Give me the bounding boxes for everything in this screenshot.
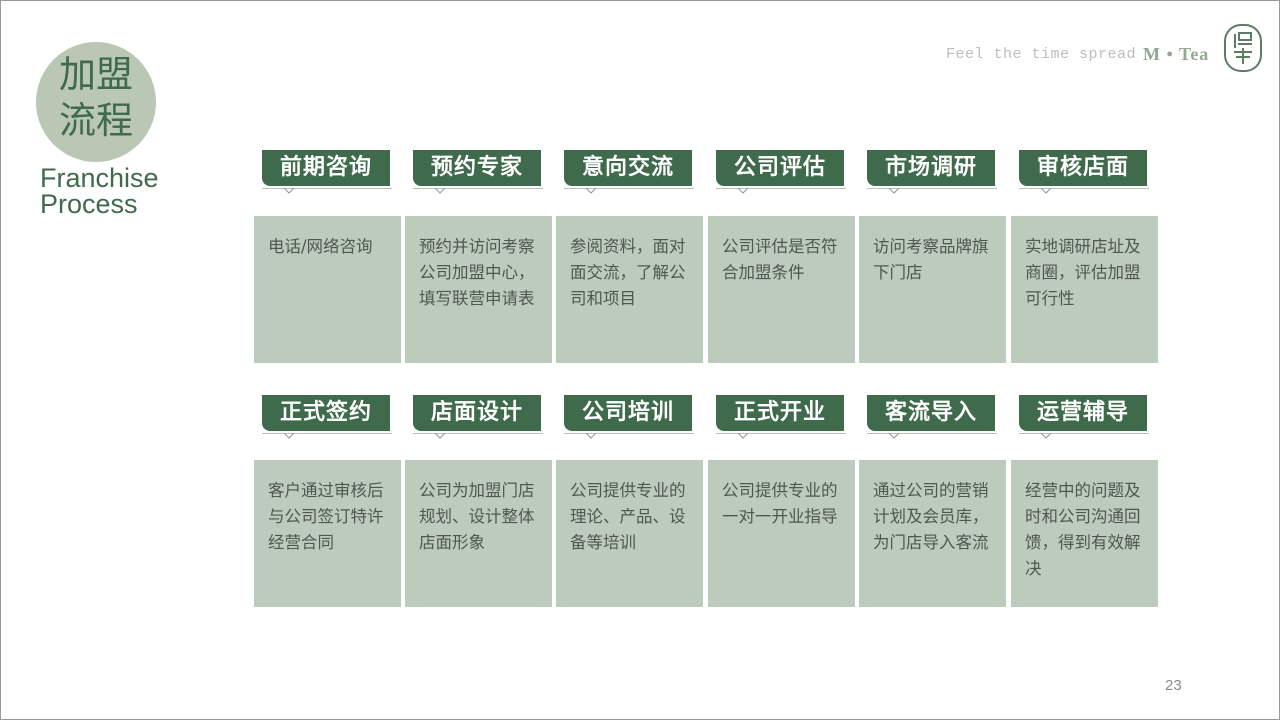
step-title: 运营辅导 — [1019, 395, 1147, 431]
step-description: 客户通过审核后与公司签订特许经营合同 — [268, 481, 384, 552]
step-header: 正式开业 — [716, 395, 846, 439]
step-card: 参阅资料，面对面交流，了解公司和项目 — [556, 216, 703, 363]
step-header: 意向交流 — [564, 150, 694, 194]
step-title: 意向交流 — [564, 150, 692, 186]
step-underline — [413, 188, 543, 189]
step-description: 经营中的问题及时和公司沟通回馈，得到有效解决 — [1025, 481, 1141, 578]
step-title: 正式签约 — [262, 395, 390, 431]
step-pointer-icon — [435, 188, 445, 194]
title-english-line1: Franchise — [40, 163, 159, 193]
step-description: 公司提供专业的一对一开业指导 — [722, 481, 838, 526]
step-card: 电话/网络咨询 — [254, 216, 401, 363]
step-underline — [716, 433, 846, 434]
step-header: 公司评估 — [716, 150, 846, 194]
step-description: 参阅资料，面对面交流，了解公司和项目 — [570, 237, 686, 308]
step-pointer-icon — [738, 433, 748, 439]
step-description: 预约并访问考察公司加盟中心，填写联营申请表 — [419, 237, 535, 308]
step-card: 公司为加盟门店规划、设计整体店面形象 — [405, 460, 552, 607]
step-card: 通过公司的营销计划及会员库，为门店导入客流 — [859, 460, 1006, 607]
step-pointer-icon — [1041, 433, 1051, 439]
step-card: 经营中的问题及时和公司沟通回馈，得到有效解决 — [1011, 460, 1158, 607]
title-chinese-line2: 流程 — [59, 99, 133, 142]
step-pointer-icon — [586, 188, 596, 194]
tagline: Feel the time spread — [946, 46, 1137, 63]
step-card: 访问考察品牌旗下门店 — [859, 216, 1006, 363]
step-pointer-icon — [889, 433, 899, 439]
step-title: 正式开业 — [716, 395, 844, 431]
step-underline — [564, 188, 694, 189]
step-header: 正式签约 — [262, 395, 392, 439]
step-title: 公司评估 — [716, 150, 844, 186]
step-card: 公司评估是否符合加盟条件 — [708, 216, 855, 363]
step-pointer-icon — [738, 188, 748, 194]
title-english: Franchise Process — [40, 163, 159, 219]
step-title: 市场调研 — [867, 150, 995, 186]
step-pointer-icon — [889, 188, 899, 194]
step-pointer-icon — [284, 188, 294, 194]
page-number: 23 — [1165, 677, 1182, 694]
brand-name: M • Tea — [1143, 44, 1210, 64]
step-title: 前期咨询 — [262, 150, 390, 186]
step-title: 公司培训 — [564, 395, 692, 431]
step-card: 预约并访问考察公司加盟中心，填写联营申请表 — [405, 216, 552, 363]
step-underline — [1019, 433, 1149, 434]
step-description: 电话/网络咨询 — [268, 237, 373, 256]
step-underline — [867, 188, 997, 189]
step-title: 客流导入 — [867, 395, 995, 431]
step-pointer-icon — [435, 433, 445, 439]
brand-seal-icon — [1224, 24, 1262, 72]
step-card: 公司提供专业的一对一开业指导 — [708, 460, 855, 607]
step-card: 实地调研店址及商圈，评估加盟可行性 — [1011, 216, 1158, 363]
title-chinese-line1: 加盟 — [59, 53, 133, 96]
step-pointer-icon — [284, 433, 294, 439]
step-description: 通过公司的营销计划及会员库，为门店导入客流 — [873, 481, 989, 552]
step-underline — [413, 433, 543, 434]
step-pointer-icon — [586, 433, 596, 439]
step-underline — [1019, 188, 1149, 189]
step-header: 预约专家 — [413, 150, 543, 194]
step-underline — [716, 188, 846, 189]
step-title: 预约专家 — [413, 150, 541, 186]
step-header: 公司培训 — [564, 395, 694, 439]
step-description: 访问考察品牌旗下门店 — [873, 237, 989, 282]
step-title: 店面设计 — [413, 395, 541, 431]
step-card: 公司提供专业的理论、产品、设备等培训 — [556, 460, 703, 607]
step-header: 店面设计 — [413, 395, 543, 439]
title-chinese: 加盟 流程 — [36, 52, 156, 144]
step-description: 公司评估是否符合加盟条件 — [722, 237, 838, 282]
step-header: 前期咨询 — [262, 150, 392, 194]
step-header: 审核店面 — [1019, 150, 1149, 194]
step-underline — [867, 433, 997, 434]
title-english-line2: Process — [40, 189, 138, 219]
step-header: 市场调研 — [867, 150, 997, 194]
step-pointer-icon — [1041, 188, 1051, 194]
step-title: 审核店面 — [1019, 150, 1147, 186]
step-description: 公司为加盟门店规划、设计整体店面形象 — [419, 481, 535, 552]
step-card: 客户通过审核后与公司签订特许经营合同 — [254, 460, 401, 607]
step-header: 运营辅导 — [1019, 395, 1149, 439]
step-description: 实地调研店址及商圈，评估加盟可行性 — [1025, 237, 1141, 308]
step-underline — [262, 188, 392, 189]
step-underline — [564, 433, 694, 434]
step-underline — [262, 433, 392, 434]
step-description: 公司提供专业的理论、产品、设备等培训 — [570, 481, 686, 552]
step-header: 客流导入 — [867, 395, 997, 439]
